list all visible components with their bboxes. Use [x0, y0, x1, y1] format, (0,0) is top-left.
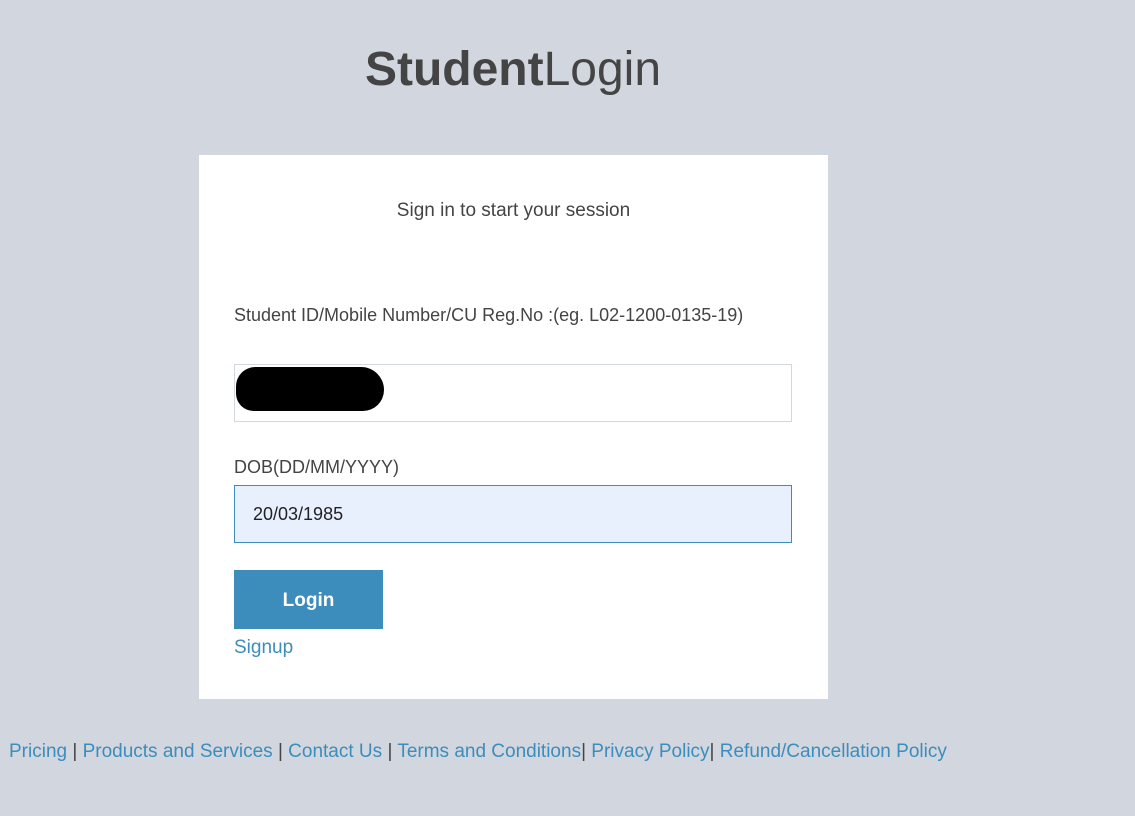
footer-link-products-services[interactable]: Products and Services	[83, 741, 273, 762]
student-id-label: Student ID/Mobile Number/CU Reg.No :(eg.…	[234, 305, 744, 325]
footer-link-pricing[interactable]: Pricing	[9, 741, 67, 762]
footer-separator: |	[387, 741, 393, 762]
logo-light-text: Login	[543, 43, 662, 96]
footer-separator: |	[72, 741, 78, 762]
dob-input[interactable]: 20/03/1985	[234, 485, 792, 543]
dob-input-value: 20/03/1985	[253, 504, 344, 524]
footer-separator: |	[709, 741, 715, 762]
footer-link-terms[interactable]: Terms and Conditions	[397, 741, 581, 762]
logo-bold-text: Student	[364, 43, 544, 96]
footer-link-privacy[interactable]: Privacy Policy	[591, 741, 709, 762]
login-box: Sign in to start your session Student ID…	[199, 155, 828, 699]
footer-link-refund[interactable]: Refund/Cancellation Policy	[720, 741, 947, 762]
footer-separator: |	[277, 741, 283, 762]
footer-separator: |	[581, 741, 587, 762]
page-title: StudentLogin	[0, 38, 1026, 102]
redaction-mark	[236, 367, 384, 411]
login-box-message: Sign in to start your session	[396, 200, 631, 221]
signup-link[interactable]: Signup	[234, 634, 293, 662]
student-id-input[interactable]	[234, 364, 792, 422]
footer-link-contact-us[interactable]: Contact Us	[288, 741, 382, 762]
footer-links: Pricing | Products and Services | Contac…	[9, 738, 947, 766]
login-button[interactable]: Login	[234, 570, 383, 629]
dob-label: DOB(DD/MM/YYYY)	[234, 457, 400, 477]
